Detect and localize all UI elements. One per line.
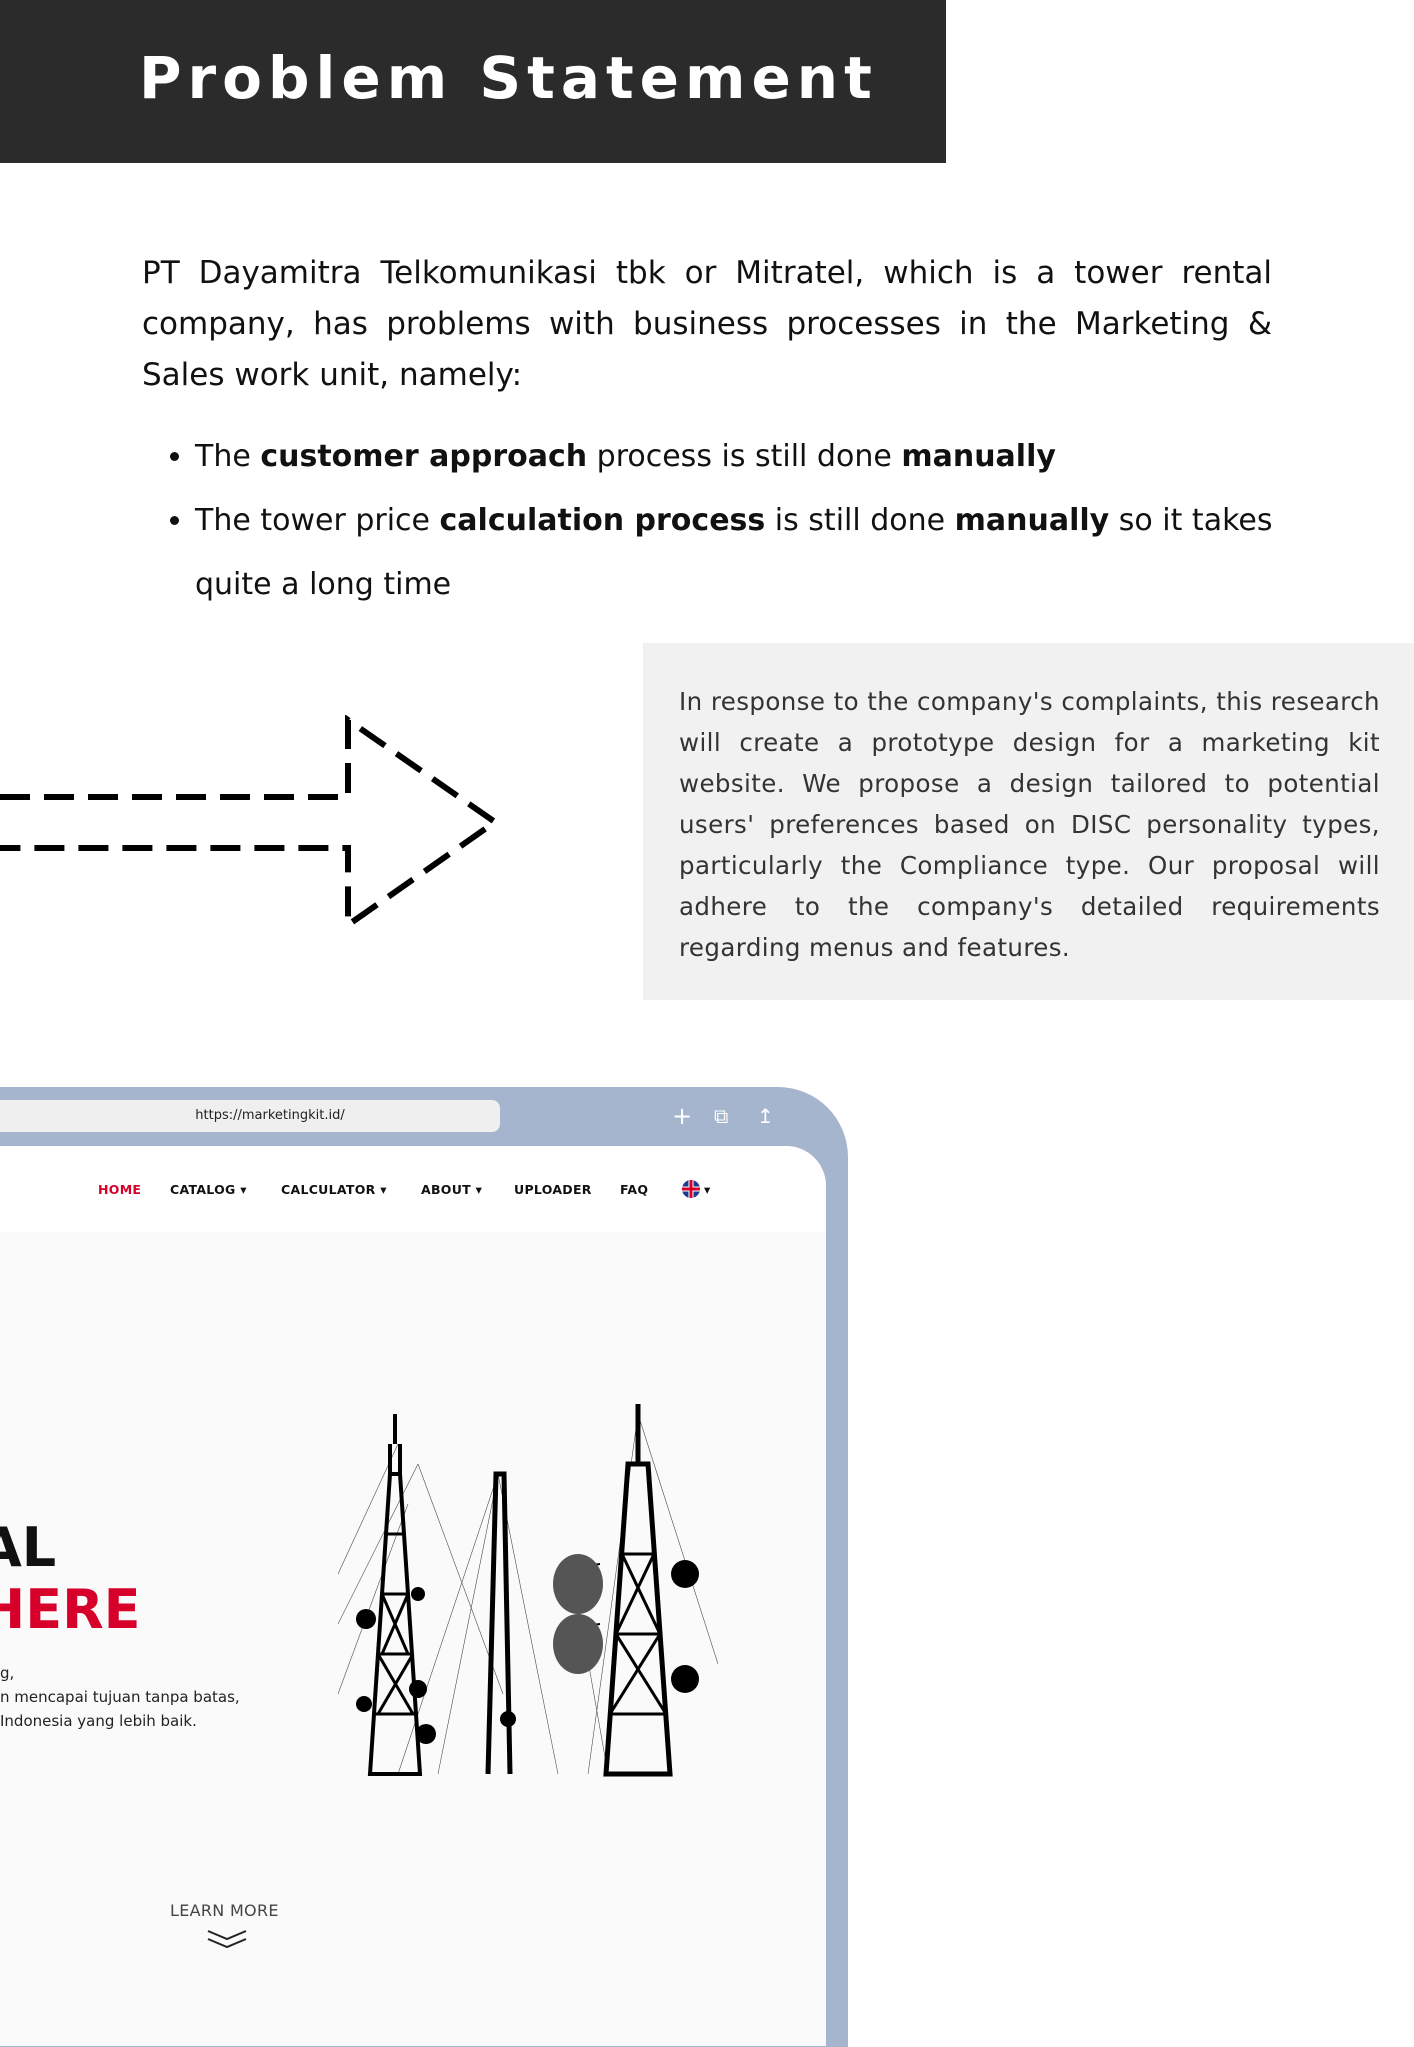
problem-list: The customer approach process is still d…	[195, 425, 1285, 617]
page-title: Problem Statement	[139, 44, 878, 112]
subtitle-line: n mencapai tujuan tanpa batas,	[0, 1688, 240, 1706]
arrow-icon	[0, 715, 501, 930]
hero-subtitle: g, n mencapai tujuan tanpa batas, Indone…	[0, 1661, 240, 1733]
bold-text: calculation process	[439, 503, 766, 538]
bold-text: manually	[954, 503, 1110, 538]
response-text: In response to the company's complaints,…	[679, 687, 1380, 962]
tabs-icon[interactable]: ⧉	[714, 1100, 728, 1132]
response-box: In response to the company's complaints,…	[643, 643, 1414, 1000]
nav-faq[interactable]: FAQ	[620, 1182, 648, 1197]
subtitle-line: Indonesia yang lebih baik.	[0, 1712, 197, 1730]
text: process is still done	[587, 439, 902, 474]
bold-text: manually	[901, 439, 1056, 474]
subtitle-line: g,	[0, 1664, 15, 1682]
nav-about[interactable]: ABOUT ▾	[421, 1182, 482, 1197]
hero-title-line1: AL	[0, 1516, 57, 1579]
list-item: The customer approach process is still d…	[195, 425, 1285, 489]
intro-paragraph: PT Dayamitra Telkomunikasi tbk or Mitrat…	[142, 255, 1272, 393]
nav-uploader[interactable]: UPLOADER	[514, 1182, 592, 1197]
bold-text: customer approach	[260, 439, 588, 474]
share-icon[interactable]: ↥	[757, 1100, 774, 1132]
language-dropdown[interactable]: ▾	[704, 1182, 711, 1197]
telecom-towers-image	[338, 1404, 718, 1777]
double-chevron-down-icon[interactable]	[205, 1928, 249, 1950]
website-screen: HOME CATALOG ▾ CALCULATOR ▾ ABOUT ▾ UPLO…	[0, 1146, 826, 2046]
plus-icon[interactable]: +	[672, 1100, 692, 1132]
text: The tower price	[195, 503, 440, 538]
title-banner: Problem Statement	[0, 0, 946, 163]
nav-home[interactable]: HOME	[98, 1182, 141, 1197]
nav-calculator[interactable]: CALCULATOR ▾	[281, 1182, 387, 1197]
learn-more-link[interactable]: LEARN MORE	[170, 1901, 279, 1920]
text: The	[195, 439, 261, 474]
hero-title-line2: HERE	[0, 1578, 141, 1641]
url-bar[interactable]: https://marketingkit.id/	[0, 1100, 500, 1132]
nav-catalog[interactable]: CATALOG ▾	[170, 1182, 247, 1197]
navbar: HOME CATALOG ▾ CALCULATOR ▾ ABOUT ▾ UPLO…	[0, 1146, 826, 1232]
list-item: The tower price calculation process is s…	[195, 489, 1285, 617]
uk-flag-icon[interactable]	[681, 1179, 701, 1199]
text: is still done	[765, 503, 955, 538]
